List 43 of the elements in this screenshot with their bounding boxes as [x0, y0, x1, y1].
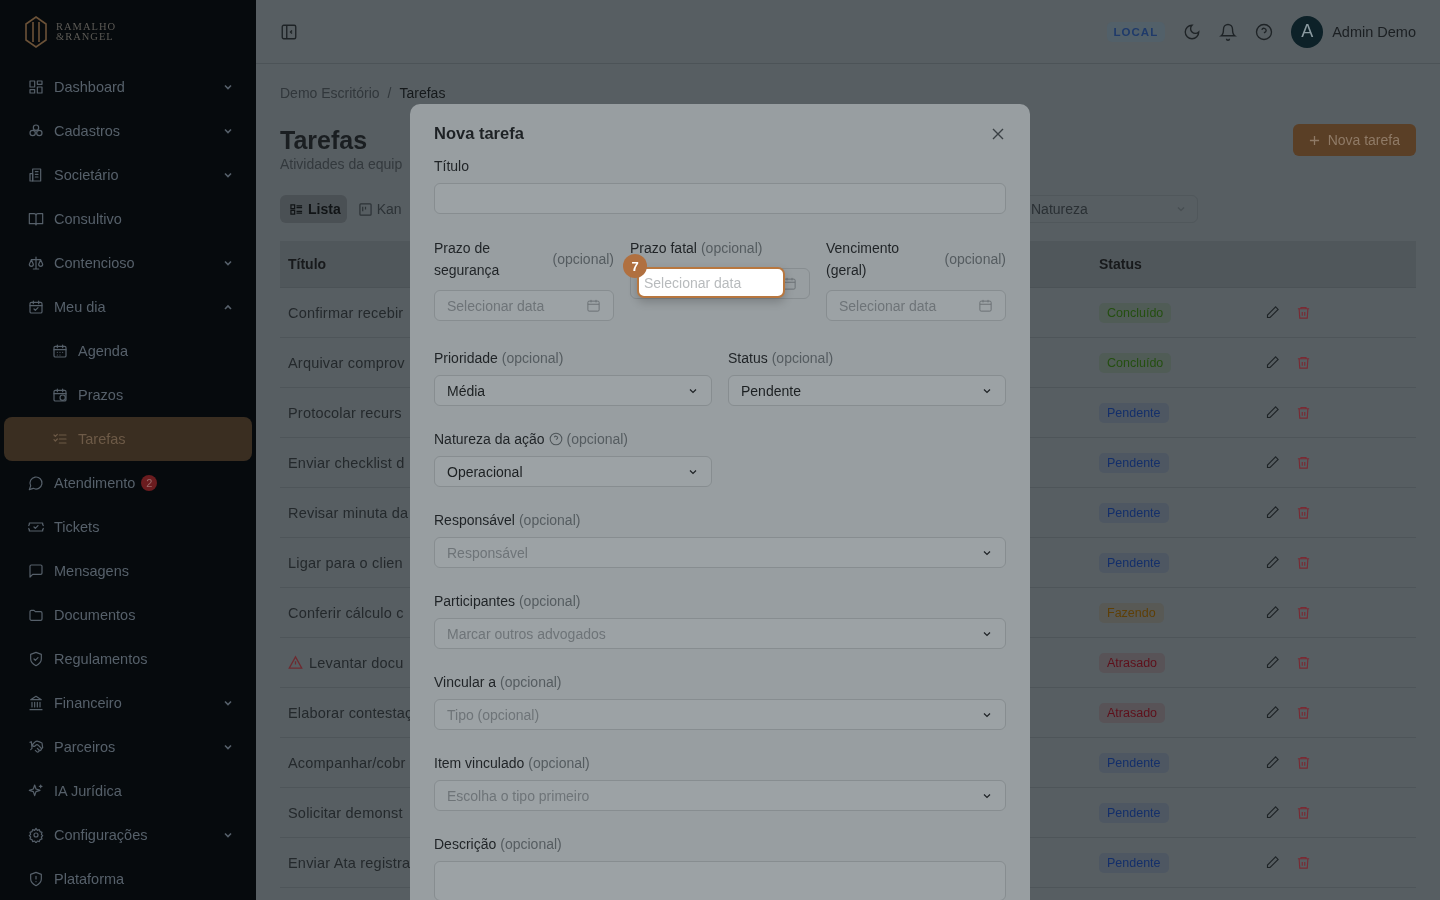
- status-badge: Pendente: [1099, 852, 1169, 873]
- optional-label: (opcional): [501, 350, 564, 366]
- field-label: Participantes: [434, 593, 515, 609]
- status-badge: Concluído: [1099, 302, 1172, 323]
- optional-label: (opcional): [500, 674, 562, 690]
- optional-label: (opcional): [771, 350, 834, 366]
- field-label: Status: [728, 350, 768, 366]
- optional-label: (opcional): [944, 250, 1006, 269]
- status-badge: Pendente: [1099, 802, 1169, 823]
- page-title: Tarefas: [280, 125, 369, 156]
- logo-text: &RANGEL: [56, 32, 115, 42]
- status-badge: Pendente: [1099, 402, 1169, 423]
- optional-label: (opcional): [518, 512, 581, 528]
- field-label: Descrição: [434, 836, 497, 852]
- optional-label: (opcional): [552, 250, 614, 269]
- breadcrumb-separator: /: [387, 85, 392, 103]
- column-header: Título: [288, 256, 327, 272]
- status-badge: Atrasado: [1099, 702, 1166, 723]
- field-label: Natureza da ação: [434, 431, 545, 447]
- status-badge: Concluído: [1099, 352, 1172, 373]
- optional-label: (opcional): [518, 593, 581, 609]
- status-badge: Pendente: [1099, 452, 1169, 473]
- field-label: Item vinculado: [434, 755, 525, 771]
- status-badge: Fazendo: [1099, 602, 1164, 623]
- status-badge: Pendente: [1099, 552, 1169, 573]
- dialog-title: Nova tarefa: [434, 124, 524, 143]
- optional-label: (opcional): [528, 755, 590, 771]
- status-badge: Pendente: [1099, 752, 1169, 773]
- optional-label: (opcional): [566, 431, 628, 447]
- field-label: Responsável: [434, 512, 515, 528]
- field-label: Prioridade: [434, 350, 498, 366]
- field-label: Vencimento (geral): [826, 239, 901, 280]
- status-badge: Pendente: [1099, 502, 1169, 523]
- column-header: Status: [1099, 256, 1142, 272]
- step-badge: 7: [623, 254, 647, 278]
- logo-text: RAMALHO: [56, 22, 117, 32]
- field-label: Título: [434, 158, 470, 174]
- field-label: Vincular a: [434, 674, 496, 690]
- optional-label: (opcional): [700, 239, 763, 258]
- status-badge: Atrasado: [1099, 652, 1166, 673]
- count-badge: 2: [141, 475, 158, 491]
- optional-label: (opcional): [500, 836, 562, 852]
- field-label: Prazo de segurança: [434, 239, 501, 280]
